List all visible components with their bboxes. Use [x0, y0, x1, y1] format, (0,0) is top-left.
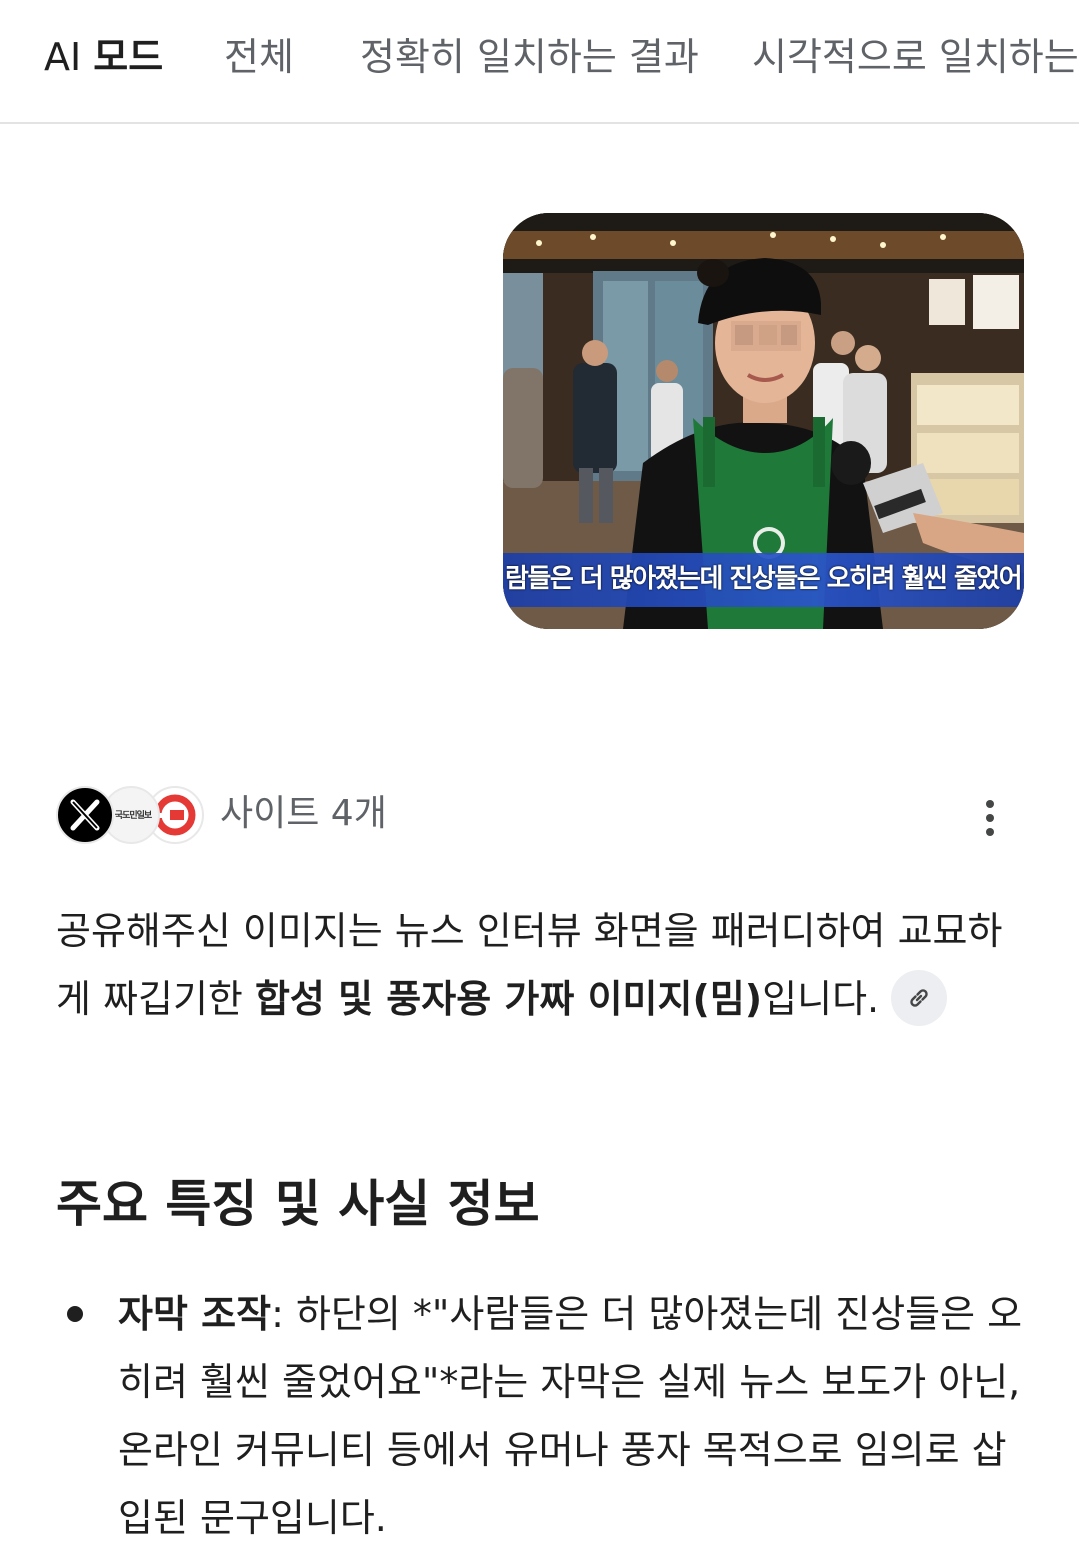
facts-list: 자막 조작: 하단의 *"사람들은 더 많아졌는데 진상들은 오히려 훨씬 줄었…: [56, 1280, 1031, 1552]
tab-visual-match[interactable]: 시각적으로 일치하는 결과: [752, 34, 1079, 80]
tab-exact-match[interactable]: 정확히 일치하는 결과: [360, 34, 699, 80]
ai-answer-paragraph: 공유해주신 이미지는 뉴스 인터뷰 화면을 패러디하여 교묘하게 짜깁기한 합성…: [56, 897, 1031, 1033]
more-options-icon[interactable]: [974, 794, 1006, 842]
answer-text-end: 입니다.: [762, 977, 880, 1021]
x-logo-icon: [56, 786, 114, 844]
section-heading: 주요 특징 및 사실 정보: [56, 1175, 540, 1233]
bullet-title: 자막 조작: [118, 1292, 272, 1336]
image-subtitle: 람들은 더 많아졌는데 진상들은 오히려 훨씬 줄었어: [505, 564, 1023, 594]
link-icon: [910, 988, 928, 1007]
source-link-button[interactable]: [891, 969, 948, 1026]
search-mode-tabs: AI 모드 전체 정확히 일치하는 결과 시각적으로 일치하는 결과: [0, 0, 1079, 124]
tab-ai-mode-prefix: AI: [44, 35, 82, 79]
sources-count-label: 사이트 4개: [220, 793, 387, 834]
tab-all[interactable]: 전체: [224, 34, 294, 80]
sources-row[interactable]: 국도민일보 사이트 4개: [56, 786, 1016, 848]
shared-image[interactable]: 람들은 더 많아졌는데 진상들은 오히려 훨씬 줄었어: [503, 213, 1024, 629]
tab-ai-mode-label: 모드: [93, 35, 164, 79]
list-item: 자막 조작: 하단의 *"사람들은 더 많아졌는데 진상들은 오히려 훨씬 줄었…: [56, 1280, 1031, 1552]
bullet-icon: [67, 1306, 83, 1322]
tab-ai-mode[interactable]: AI 모드: [44, 34, 163, 80]
answer-text-highlight: 합성 및 풍자용 가짜 이미지(밈): [254, 977, 763, 1021]
